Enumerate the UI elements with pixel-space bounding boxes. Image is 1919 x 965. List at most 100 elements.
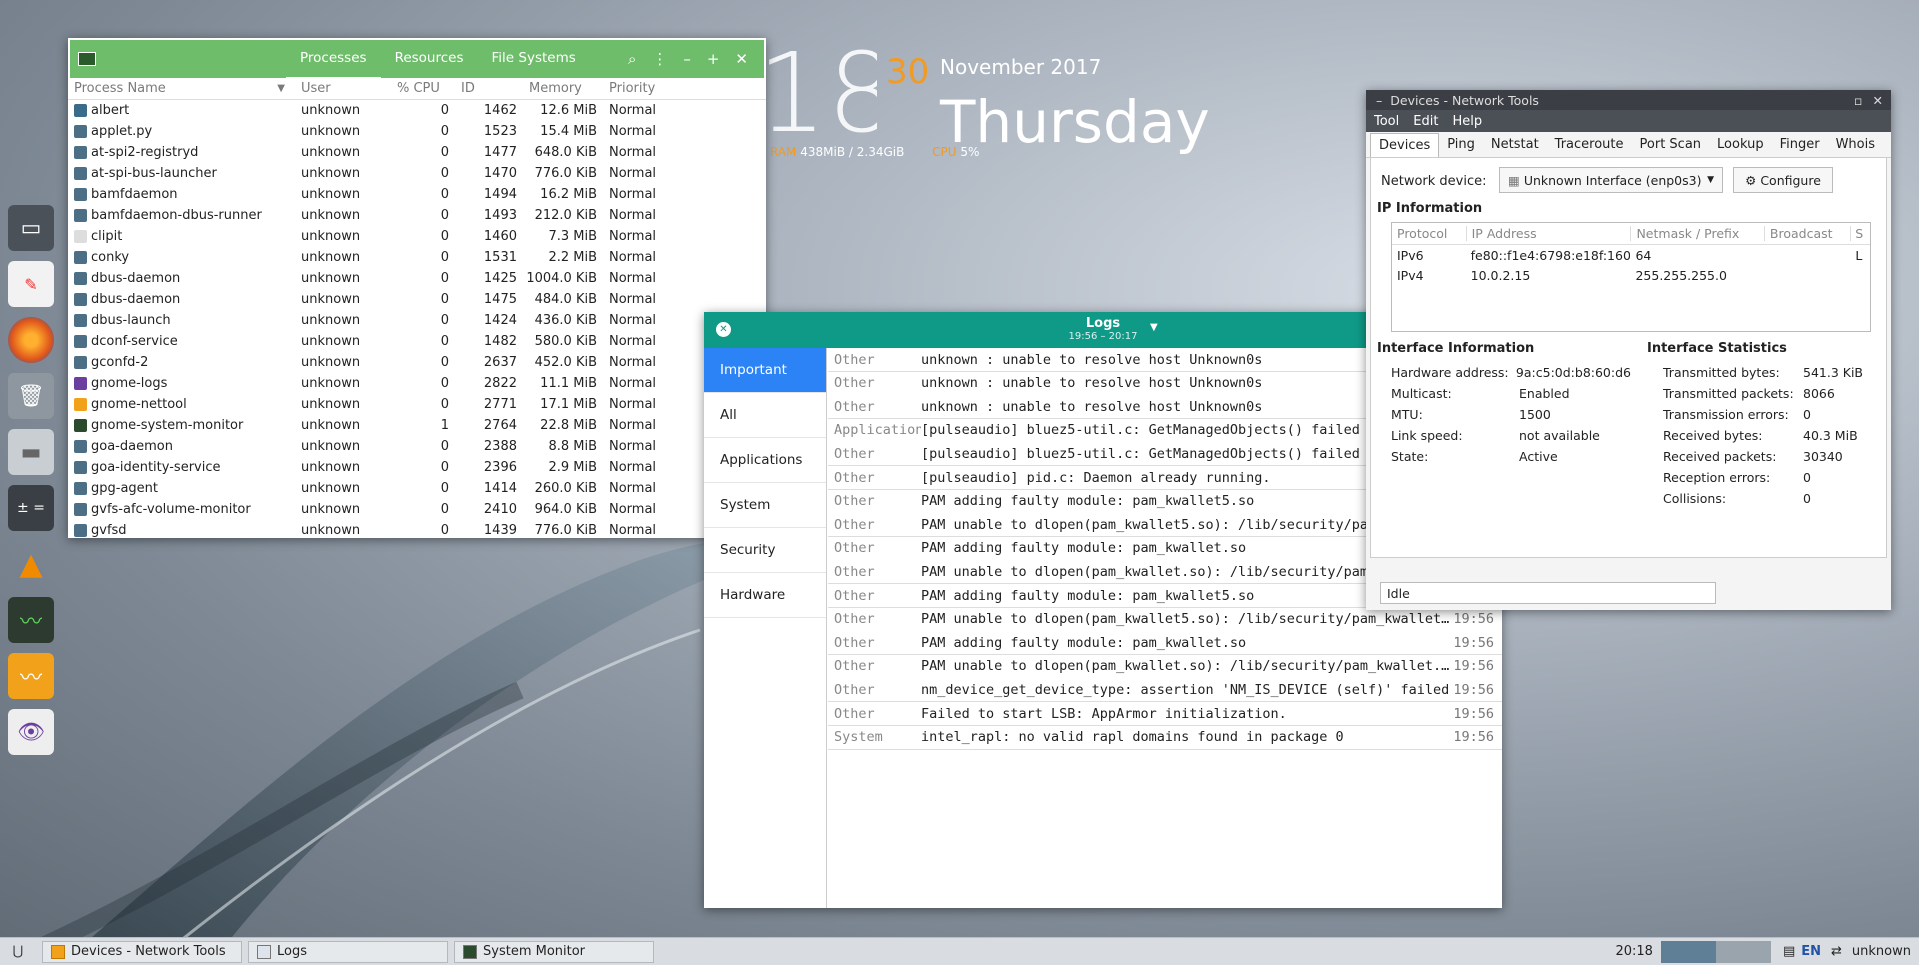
table-row[interactable]: applet.py unknown 0 1523 15.4 MiB Normal [68,121,766,142]
log-entry[interactable]: Other PAM unable to dlopen(pam_kwallet.so… [828,654,1502,679]
process-user: unknown [301,439,361,454]
tab-ping[interactable]: Ping [1439,133,1483,156]
search-icon[interactable]: ⌕ [628,50,636,68]
log-entry[interactable]: Other Failed to start LSB: AppArmor initi… [828,702,1502,726]
table-row[interactable]: gpg-agent unknown 0 1414 260.0 KiB Normal [68,478,766,499]
maximize-icon[interactable]: ▫ [1854,93,1862,108]
logs-icon[interactable]: 👁 [8,709,54,755]
text-editor-icon[interactable]: ✎ [8,261,54,307]
vlc-icon[interactable]: ▲ [8,541,54,587]
log-entry[interactable]: System intel_rapl: no valid rapl domains … [828,725,1502,750]
close-icon[interactable]: ✕ [735,50,748,68]
maximize-icon[interactable]: + [707,50,720,68]
ip-col-broadcast[interactable]: Broadcast [1763,226,1850,241]
tab-whois[interactable]: Whois [1828,133,1883,156]
category-security[interactable]: Security [704,528,826,573]
tab-netstat[interactable]: Netstat [1483,133,1547,156]
tab-devices[interactable]: Devices [1370,132,1440,157]
table-row[interactable]: gnome-nettool unknown 0 2771 17.1 MiB Normal [68,394,766,415]
taskbar-item-sysmon[interactable]: System Monitor [454,940,654,963]
taskbar-item-nettool[interactable]: Devices - Network Tools [42,940,242,963]
ip-col-address[interactable]: IP Address [1465,226,1631,241]
col-priority[interactable]: Priority [603,81,693,96]
ip-col-netmask[interactable]: Netmask / Prefix [1630,226,1763,241]
col-id[interactable]: ID [457,81,521,96]
keyboard-layout[interactable]: EN [1801,944,1821,959]
clipboard-icon[interactable]: ▤ [1783,944,1795,959]
table-row[interactable]: dbus-launch unknown 0 1424 436.0 KiB Normal [68,310,766,331]
ram-value: 438MiB / 2.34GiB [800,145,905,159]
workspace-switcher[interactable] [1660,940,1771,963]
nettool-icon[interactable]: 〰 [8,653,54,699]
table-row[interactable]: gnome-system-monitor unknown 1 2764 22.8 MiB… [68,415,766,436]
table-row[interactable]: at-spi2-registryd unknown 0 1477 648.0 KiB No… [68,142,766,163]
files-icon[interactable]: ▬ [8,429,54,475]
table-row[interactable]: gvfsd unknown 0 1439 776.0 KiB Normal [68,520,766,538]
process-cpu: 0 [440,313,449,328]
table-row[interactable]: goa-identity-service unknown 0 2396 2.9 MiB N… [68,457,766,478]
log-category: Other [834,705,875,722]
table-row[interactable]: gnome-logs unknown 0 2822 11.1 MiB Normal [68,373,766,394]
sysmon-app-icon [78,52,96,66]
taskbar-clock[interactable]: 20:18 [1615,944,1652,959]
log-time: 19:56 [1453,729,1494,746]
window-menu-icon[interactable]: – [1376,93,1382,108]
category-applications[interactable]: Applications [704,438,826,483]
table-row[interactable]: conky unknown 0 1531 2.2 MiB Normal [68,247,766,268]
log-entry[interactable]: Other PAM unable to dlopen(pam_kwallet5.s… [828,607,1502,632]
menu-icon[interactable]: ⋮ [652,50,667,68]
tab-lookup[interactable]: Lookup [1709,133,1772,156]
ip-col-scope[interactable]: S [1850,226,1870,241]
tab-file-systems[interactable]: File Systems [478,39,590,80]
log-entry[interactable]: Other PAM adding faulty module: pam_kwall… [828,631,1502,656]
table-row[interactable]: dbus-daemon unknown 0 1475 484.0 KiB Normal [68,289,766,310]
ip-row[interactable]: IPv6 fe80::f1e4:6798:e18f:160 64 L [1392,245,1870,265]
table-row[interactable]: gconfd-2 unknown 0 2637 452.0 KiB Normal [68,352,766,373]
tab-traceroute[interactable]: Traceroute [1547,133,1632,156]
col-memory[interactable]: Memory [521,81,603,96]
table-row[interactable]: gvfs-afc-volume-monitor unknown 0 2410 964.0… [68,499,766,520]
log-entry[interactable]: Other nm_device_get_device_type: assertio… [828,678,1502,703]
close-icon[interactable]: ✕ [1873,93,1883,108]
category-all[interactable]: All [704,393,826,438]
configure-button[interactable]: ⚙ Configure [1733,167,1833,193]
category-important[interactable]: Important [704,348,826,393]
col-user[interactable]: User [293,81,391,96]
process-table: Process Name ▼ User % CPU ID Memory Prior… [68,78,766,538]
iface-row: Multicast: Enabled [1391,383,1631,404]
menu-help[interactable]: Help [1452,114,1482,129]
user-menu[interactable]: unknown [1852,944,1911,959]
tab-processes[interactable]: Processes [286,39,381,80]
col-process-name[interactable]: Process Name ▼ [68,81,293,96]
system-monitor-icon[interactable]: 〰 [8,597,54,643]
table-row[interactable]: bamfdaemon unknown 0 1494 16.2 MiB Normal [68,184,766,205]
tab-resources[interactable]: Resources [381,39,478,80]
table-row[interactable]: dbus-daemon unknown 0 1425 1004.0 KiB Normal [68,268,766,289]
tab-finger[interactable]: Finger [1772,133,1828,156]
network-icon[interactable]: ⇄ [1831,944,1842,959]
firefox-icon[interactable] [8,317,54,363]
trash-icon[interactable]: 🗑 [8,373,54,419]
ip-row[interactable]: IPv4 10.0.2.15 255.255.255.0 [1392,265,1870,285]
table-row[interactable]: albert unknown 0 1462 12.6 MiB Normal [68,100,766,121]
network-device-select[interactable]: ▦ Unknown Interface (enp0s3) ▼ [1499,167,1723,193]
minimize-icon[interactable]: – [683,50,691,68]
tab-port-scan[interactable]: Port Scan [1632,133,1710,156]
ip-col-protocol[interactable]: Protocol [1392,226,1466,241]
table-row[interactable]: goa-daemon unknown 0 2388 8.8 MiB Normal [68,436,766,457]
menu-edit[interactable]: Edit [1413,114,1438,129]
app-menu-icon[interactable]: ⋃ [0,944,36,959]
table-row[interactable]: at-spi-bus-launcher unknown 0 1470 776.0 KiB… [68,163,766,184]
taskbar-item-logs[interactable]: Logs [248,940,448,963]
table-row[interactable]: clipit unknown 0 1460 7.3 MiB Normal [68,226,766,247]
table-row[interactable]: bamfdaemon-dbus-runner unknown 0 1493 212.0 … [68,205,766,226]
category-system[interactable]: System [704,483,826,528]
category-hardware[interactable]: Hardware [704,573,826,618]
menu-tool[interactable]: Tool [1374,114,1399,129]
terminal-icon[interactable]: ▭ [8,205,54,251]
calculator-icon[interactable]: ± = [8,485,54,531]
col-cpu[interactable]: % CPU [391,81,457,96]
table-row[interactable]: dconf-service unknown 0 1482 580.0 KiB Normal [68,331,766,352]
log-time: 19:56 [1453,634,1494,651]
chevron-down-icon[interactable]: ▼ [1150,322,1158,333]
